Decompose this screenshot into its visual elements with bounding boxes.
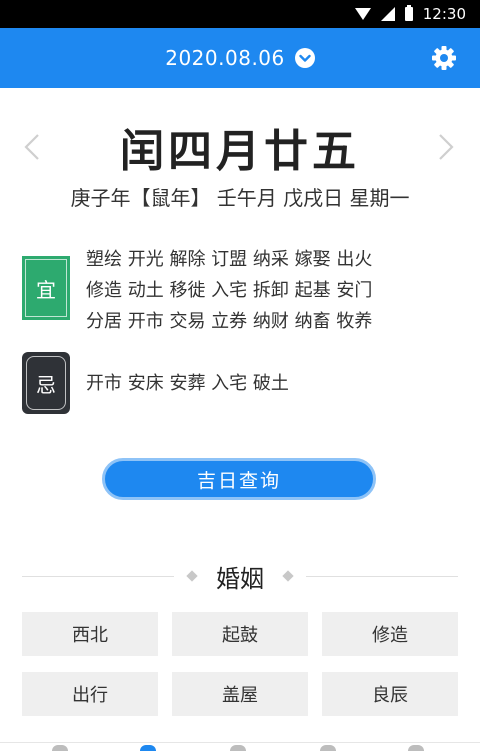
grid-item[interactable]: 起鼓 [172, 612, 308, 656]
divider [306, 575, 458, 577]
yi-line: 分居 开市 交易 立券 纳财 纳畜 牧养 [86, 311, 373, 332]
nav-tab-icon[interactable] [408, 745, 424, 751]
date-text: 2020.08.06 [165, 46, 285, 70]
nav-tab-icon[interactable] [320, 745, 336, 751]
lunar-date-title: 闰四月廿五 [120, 126, 360, 177]
grid-item[interactable]: 盖屋 [172, 672, 308, 716]
ji-line: 开市 安床 安葬 入宅 破土 [86, 373, 289, 394]
diamond-icon [186, 570, 198, 582]
yi-list: 塑绘 开光 解除 订盟 纳采 嫁娶 出火 修造 动土 移徙 入宅 拆卸 起基 安… [86, 244, 446, 337]
yi-line: 修造 动土 移徙 入宅 拆卸 起基 安门 [86, 280, 373, 301]
yi-line: 塑绘 开光 解除 订盟 纳采 嫁娶 出火 [86, 249, 373, 270]
ji-list: 开市 安床 安葬 入宅 破土 [86, 368, 446, 399]
battery-icon [404, 5, 413, 21]
nav-tab-icon[interactable] [52, 745, 68, 751]
chevron-down-icon [294, 48, 315, 68]
nav-tab-icon[interactable] [140, 745, 156, 751]
section-header: 婚姻 [22, 556, 458, 596]
yi-section: 宜 塑绘 开光 解除 订盟 纳采 嫁娶 出火 修造 动土 移徙 入宅 拆卸 起基… [22, 244, 462, 337]
date-picker[interactable]: 2020.08.06 [165, 46, 315, 70]
diamond-icon [282, 570, 294, 582]
lunar-date-row: 闰四月廿五 [0, 112, 480, 182]
gear-icon[interactable] [430, 44, 458, 72]
section-title: 婚姻 [216, 564, 264, 593]
arrow-left-icon[interactable] [22, 132, 42, 168]
signal-icon [380, 7, 395, 21]
nav-tab-icon[interactable] [230, 745, 246, 751]
arrow-right-icon[interactable] [436, 132, 456, 168]
auspicious-day-query-button[interactable]: 吉日查询 [102, 458, 376, 500]
grid-item[interactable]: 修造 [322, 612, 458, 656]
divider [22, 575, 174, 577]
ganzhi-text: 庚子年【鼠年】 壬午月 戊戌日 星期一 [70, 186, 410, 210]
status-bar: 12:30 [0, 0, 480, 28]
category-grid: 西北 起鼓 修造 出行 盖屋 良辰 [22, 612, 458, 716]
grid-item[interactable]: 出行 [22, 672, 158, 716]
grid-item[interactable]: 西北 [22, 612, 158, 656]
wifi-icon [354, 8, 371, 20]
status-time: 12:30 [422, 5, 466, 23]
app-header: 2020.08.06 [0, 28, 480, 88]
grid-item[interactable]: 良辰 [322, 672, 458, 716]
ji-badge: 忌 [22, 352, 70, 414]
yi-badge: 宜 [22, 256, 70, 320]
ji-section: 忌 开市 安床 安葬 入宅 破土 [22, 352, 462, 414]
